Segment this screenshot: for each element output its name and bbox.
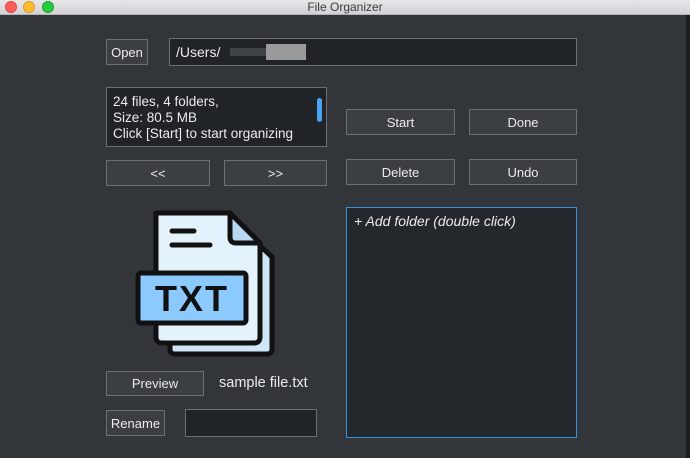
open-button[interactable]: Open: [106, 39, 148, 65]
delete-button[interactable]: Delete: [346, 159, 455, 185]
folder-list[interactable]: + Add folder (double click): [346, 207, 577, 438]
window-edge: [686, 15, 690, 458]
rename-input[interactable]: [185, 409, 317, 437]
start-button[interactable]: Start: [346, 109, 455, 135]
info-box: 24 files, 4 folders, Size: 80.5 MB Click…: [106, 87, 327, 147]
title-bar: File Organizer: [0, 0, 690, 15]
redacted-path-segment: [266, 44, 306, 60]
txt-label: TXT: [155, 278, 229, 319]
undo-button[interactable]: Undo: [469, 159, 577, 185]
add-folder-item[interactable]: + Add folder (double click): [354, 213, 569, 229]
redacted-path-segment: [230, 48, 266, 56]
done-button[interactable]: Done: [469, 109, 577, 135]
window-title: File Organizer: [307, 0, 383, 14]
preview-button[interactable]: Preview: [106, 371, 204, 396]
next-button[interactable]: >>: [224, 160, 327, 186]
rename-button[interactable]: Rename: [106, 410, 165, 436]
txt-file-icon: TXT: [135, 210, 275, 357]
window-content: [0, 15, 690, 458]
info-scrollbar[interactable]: [317, 98, 322, 122]
file-name: sample file.txt: [219, 375, 308, 391]
previous-button[interactable]: <<: [106, 160, 210, 186]
